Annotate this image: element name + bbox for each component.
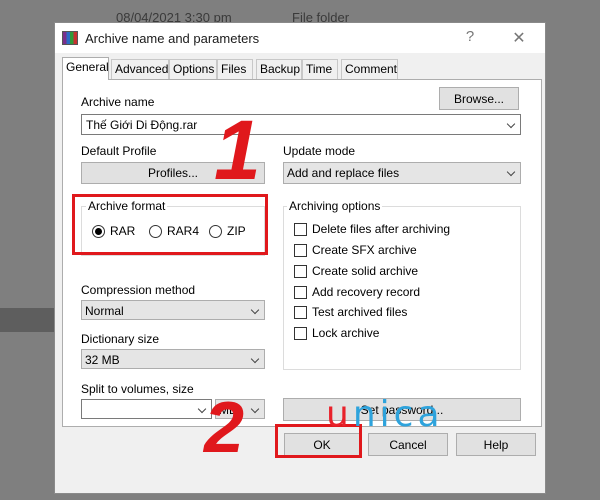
- tab-advanced[interactable]: Advanced: [111, 59, 169, 79]
- compression-method-select[interactable]: Normal: [81, 300, 265, 320]
- checkbox-recovery-record-label[interactable]: Add recovery record: [312, 285, 420, 299]
- checkbox-create-sfx[interactable]: [294, 244, 307, 257]
- compression-method-label: Compression method: [81, 283, 196, 297]
- tab-backup[interactable]: Backup: [256, 59, 302, 79]
- update-mode-select[interactable]: Add and replace files: [283, 162, 521, 184]
- archive-name-field[interactable]: Thế Giới Di Động.rar: [81, 114, 521, 135]
- checkbox-delete-files-label[interactable]: Delete files after archiving: [312, 222, 450, 236]
- logo-letter-n: n: [352, 394, 380, 435]
- checkbox-test-files[interactable]: [294, 306, 307, 319]
- dictionary-size-value: 32 MB: [85, 353, 120, 367]
- title-bar: Archive name and parameters ? ✕: [55, 23, 545, 53]
- window-title: Archive name and parameters: [85, 31, 260, 46]
- close-icon[interactable]: ✕: [509, 28, 529, 48]
- tab-files[interactable]: Files: [217, 59, 253, 79]
- checkbox-lock-archive-label[interactable]: Lock archive: [312, 326, 379, 340]
- tab-options[interactable]: Options: [169, 59, 217, 79]
- chevron-down-icon: [250, 354, 260, 364]
- logo-letter-a: a: [417, 394, 444, 435]
- archive-name-value: Thế Giới Di Động.rar: [86, 118, 198, 132]
- checkbox-recovery-record[interactable]: [294, 286, 307, 299]
- archive-name-label: Archive name: [81, 95, 155, 109]
- checkbox-test-files-label[interactable]: Test archived files: [312, 305, 407, 319]
- browse-button[interactable]: Browse...: [439, 87, 519, 110]
- cancel-button[interactable]: Cancel: [368, 433, 448, 456]
- chevron-down-icon: [506, 167, 516, 177]
- dictionary-size-select[interactable]: 32 MB: [81, 349, 265, 369]
- archive-format-highlight: [72, 194, 268, 255]
- winrar-icon: [62, 31, 78, 45]
- checkbox-lock-archive[interactable]: [294, 327, 307, 340]
- logo-letter-u: u: [326, 394, 353, 435]
- split-volumes-label: Split to volumes, size: [81, 382, 194, 396]
- chevron-down-icon: [506, 119, 516, 129]
- tab-time[interactable]: Time: [302, 59, 338, 79]
- step-number-1: 1: [214, 103, 261, 197]
- tab-comment[interactable]: Comment: [341, 59, 398, 79]
- logo-letter-c: c: [393, 394, 418, 435]
- default-profile-label: Default Profile: [81, 144, 157, 158]
- checkbox-delete-files[interactable]: [294, 223, 307, 236]
- archiving-options-label: Archiving options: [287, 199, 383, 213]
- logo-letter-i: i: [379, 394, 394, 435]
- dictionary-size-label: Dictionary size: [81, 332, 160, 346]
- step-number-2: 2: [204, 388, 245, 468]
- update-mode-label: Update mode: [283, 144, 356, 158]
- background-stripe: [0, 308, 60, 332]
- help-icon[interactable]: ?: [460, 28, 480, 45]
- compression-method-value: Normal: [85, 304, 124, 318]
- checkbox-create-sfx-label[interactable]: Create SFX archive: [312, 243, 417, 257]
- checkbox-solid-archive[interactable]: [294, 265, 307, 278]
- chevron-down-icon: [250, 404, 260, 414]
- unica-logo: unica: [326, 394, 444, 435]
- update-mode-value: Add and replace files: [287, 166, 400, 180]
- chevron-down-icon: [250, 305, 260, 315]
- tab-general[interactable]: General: [62, 57, 109, 80]
- split-volumes-input[interactable]: [81, 399, 212, 419]
- help-button[interactable]: Help: [456, 433, 536, 456]
- checkbox-solid-archive-label[interactable]: Create solid archive: [312, 264, 418, 278]
